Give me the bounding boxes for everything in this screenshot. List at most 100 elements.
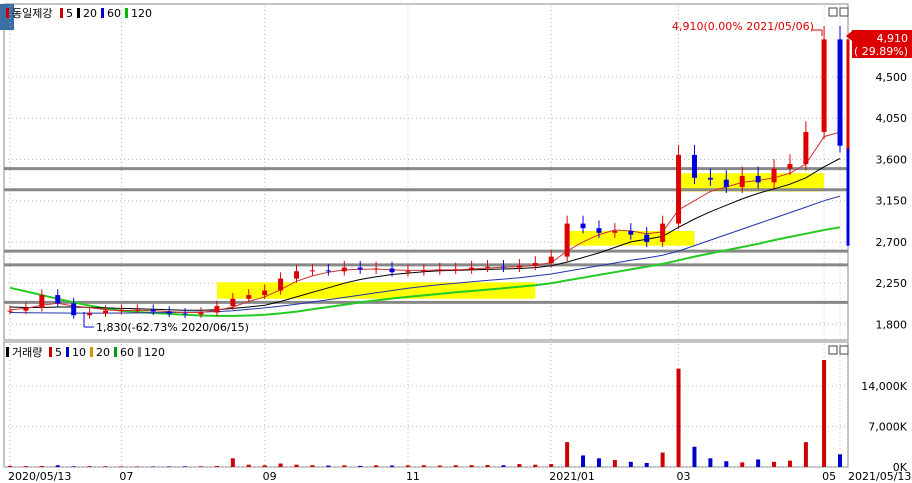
candle-body: [389, 268, 395, 273]
legend-swatch: [114, 347, 117, 357]
candle-body: [548, 256, 554, 264]
candle-body: [469, 267, 475, 270]
legend-label: 120: [131, 7, 152, 20]
candle-body: [230, 298, 236, 307]
volume-bar: [294, 464, 299, 467]
volume-bar: [39, 465, 44, 467]
candle-body: [803, 131, 809, 165]
volume-bar: [151, 466, 156, 467]
price-tick-label: 4,050: [876, 112, 908, 125]
candle-body: [500, 266, 506, 268]
volume-bar: [87, 466, 92, 467]
candle-body: [55, 295, 61, 304]
candle-body: [628, 230, 634, 235]
candle-body: [771, 168, 777, 183]
candle-body: [691, 154, 697, 178]
legend-label: 10: [72, 346, 86, 359]
volume-bar: [517, 464, 522, 467]
candle-body: [246, 295, 252, 299]
volume-bar: [581, 455, 586, 467]
candle-body: [373, 268, 379, 270]
date-axis-label: 05: [822, 470, 836, 483]
candle-body: [39, 295, 45, 308]
volume-bar: [596, 458, 601, 467]
candle-body: [198, 312, 204, 315]
volume-bar: [310, 465, 315, 467]
candle-body: [532, 263, 538, 266]
date-axis-label: 2021/05/13: [848, 470, 911, 483]
volume-bar: [71, 466, 76, 467]
volume-tick-label: 14,000K: [861, 380, 907, 393]
candle-body: [612, 230, 618, 233]
legend-swatch: [49, 347, 52, 357]
volume-bar: [278, 463, 283, 467]
volume-bar: [246, 464, 251, 467]
chart-window: 4,500 4,050 3,600 3,150 2,700 2,250 1,800 14,00…: [0, 0, 912, 483]
candle-body: [755, 175, 761, 183]
price-tick-label: 3,600: [876, 153, 908, 166]
candle-body: [485, 266, 491, 268]
candle-body: [341, 267, 347, 272]
volume-bar: [119, 466, 124, 467]
volume-bar: [822, 360, 827, 467]
volume-panel-border: [3, 341, 849, 468]
price-tick-label: 3,150: [876, 195, 908, 208]
candle-body: [564, 223, 570, 257]
candle-body: [182, 313, 188, 315]
price-tick-label: 4,500: [876, 71, 908, 84]
window-control-icon: [828, 7, 838, 17]
date-axis-label: 07: [119, 470, 133, 483]
candle-body: [357, 267, 363, 270]
candle-body: [71, 303, 77, 316]
candle-body: [707, 177, 713, 180]
volume-bar: [676, 368, 681, 467]
current-price-label: 4,910: [877, 32, 909, 45]
window-control-icon: [839, 7, 849, 17]
volume-bar: [740, 462, 745, 467]
candle-body: [405, 271, 411, 273]
legend-swatch: [101, 8, 104, 18]
candle-body: [150, 309, 156, 312]
date-axis-label: 2021/01: [549, 470, 595, 483]
candle-body: [7, 310, 13, 312]
volume-bars: [8, 360, 842, 467]
candle-body: [644, 234, 650, 242]
candle-body: [787, 164, 793, 169]
date-axis-label: 11: [406, 470, 420, 483]
candle-body: [437, 269, 443, 271]
candle-body: [596, 228, 602, 233]
candle-body: [837, 39, 843, 146]
volume-bar: [549, 464, 554, 467]
candle-body: [453, 269, 459, 271]
legend-label: 5: [66, 7, 73, 20]
volume-bar: [838, 454, 842, 467]
volume-bar: [628, 461, 633, 467]
volume-bar: [501, 465, 506, 467]
candle-body: [580, 223, 586, 229]
chart-frame: [0, 3, 849, 468]
window-control-icon: [839, 345, 849, 355]
volume-bar: [485, 464, 490, 467]
candle-body: [166, 311, 172, 314]
volume-bar: [469, 465, 474, 467]
volume-bar: [803, 442, 808, 467]
volume-bar: [23, 466, 28, 467]
legend-label: 20: [96, 346, 110, 359]
candle-body: [262, 290, 268, 296]
highlight-zones: [216, 173, 825, 299]
volume-bar: [374, 465, 379, 467]
price-tick-label: 2,700: [876, 236, 908, 249]
volume-bar: [183, 466, 188, 467]
window-control-icon: [828, 345, 838, 355]
candle-body: [278, 278, 284, 291]
volume-bar: [103, 466, 108, 467]
candle-body: [309, 270, 315, 272]
legend-label: 20: [83, 7, 97, 20]
volume-bar: [342, 465, 347, 467]
volume-bar: [644, 462, 649, 467]
price-tick-label: 1,800: [876, 318, 908, 331]
current-change-label: ( 29.89%): [854, 45, 908, 58]
candle-body: [325, 270, 331, 272]
high-annotation: 4,910(0.00% 2021/05/06): [672, 20, 814, 33]
volume-bar: [230, 458, 235, 467]
